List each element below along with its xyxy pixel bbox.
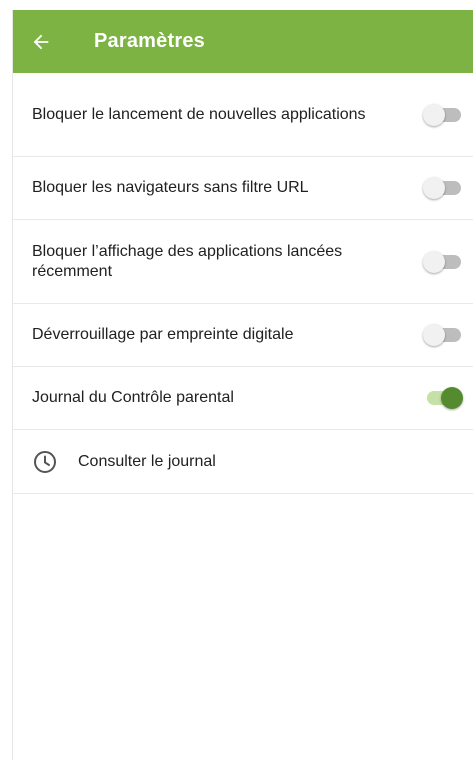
clock-icon <box>32 449 58 475</box>
switch-thumb <box>423 103 445 126</box>
setting-block-new-apps[interactable]: Bloquer le lancement de nouvelles applic… <box>13 73 473 157</box>
setting-label: Bloquer l’affichage des applications lan… <box>32 242 343 280</box>
setting-label: Déverrouillage par empreinte digitale <box>32 326 294 343</box>
switch-thumb <box>441 387 463 409</box>
app-bar: Paramètres <box>13 10 473 73</box>
page-title: Paramètres <box>94 30 205 52</box>
view-journal-item[interactable]: Consulter le journal <box>13 430 473 494</box>
setting-block-browsers[interactable]: Bloquer les navigateurs sans filtre URL <box>13 157 473 220</box>
toggle-switch[interactable] <box>425 386 463 410</box>
toggle-switch[interactable] <box>423 103 461 127</box>
arrow-back-icon <box>30 31 52 53</box>
toggle-switch[interactable] <box>423 176 461 200</box>
setting-fingerprint-unlock[interactable]: Déverrouillage par empreinte digitale <box>13 304 473 367</box>
switch-thumb <box>423 250 445 273</box>
settings-screen: Paramètres Bloquer le lancement de nouve… <box>12 10 473 760</box>
setting-label: Bloquer le lancement de nouvelles applic… <box>32 105 366 123</box>
setting-label: Journal du Contrôle parental <box>32 389 234 406</box>
toggle-switch[interactable] <box>423 323 461 347</box>
settings-list: Bloquer le lancement de nouvelles applic… <box>13 73 473 494</box>
setting-block-recent-apps[interactable]: Bloquer l’affichage des applications lan… <box>13 220 473 304</box>
view-journal-label: Consulter le journal <box>78 452 216 470</box>
switch-thumb <box>423 177 445 199</box>
switch-thumb <box>423 324 445 346</box>
setting-label: Bloquer les navigateurs sans filtre URL <box>32 179 309 196</box>
toggle-switch[interactable] <box>423 250 461 274</box>
back-button[interactable] <box>13 10 69 73</box>
setting-parental-control-journal[interactable]: Journal du Contrôle parental <box>13 367 473 430</box>
